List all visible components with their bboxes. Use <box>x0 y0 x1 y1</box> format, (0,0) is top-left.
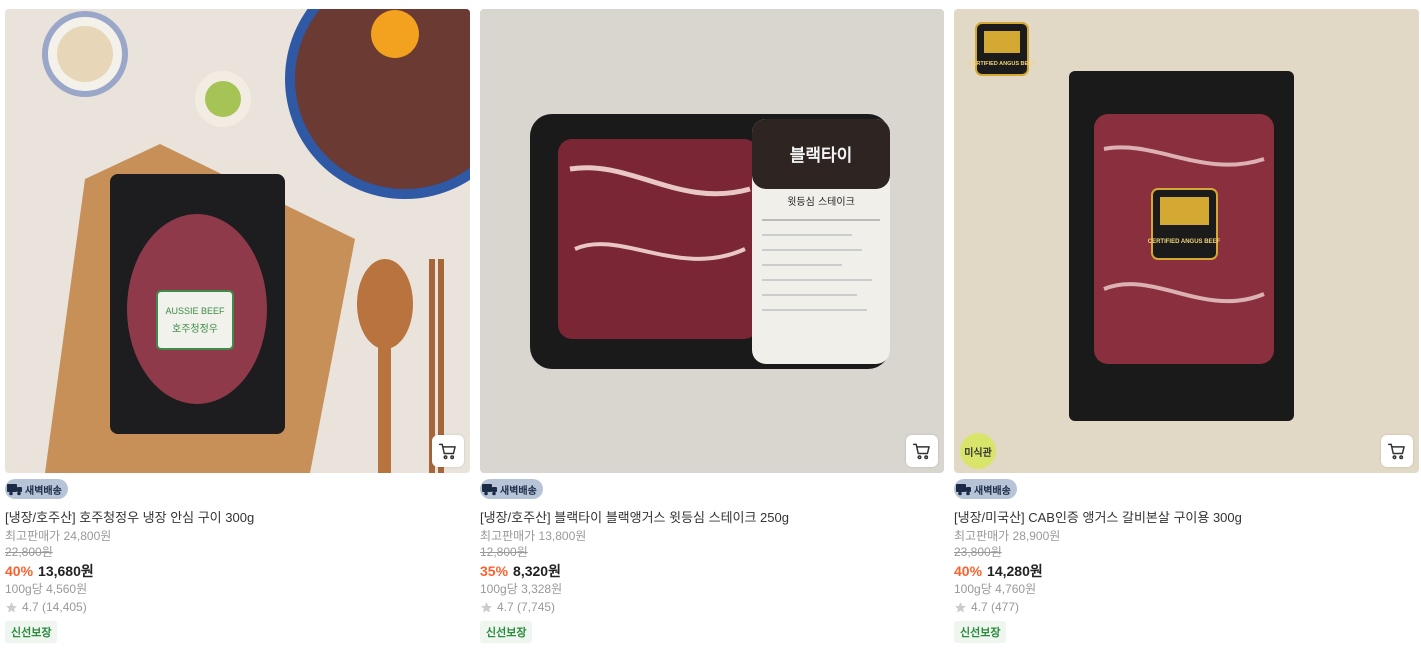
star-icon <box>481 602 492 613</box>
product-photo: 블랙타이 윗등심 스테이크 <box>480 9 944 473</box>
price-row: 35% 8,320원 <box>480 563 944 580</box>
delivery-label: 새벽배송 <box>974 485 1011 497</box>
cart-icon <box>438 443 456 460</box>
delivery-badge: 새벽배송 <box>5 479 68 499</box>
product-image[interactable]: AUSSIE BEEF 호주청정우 <box>5 9 470 473</box>
fresh-guarantee-badge: 신선보장 <box>5 621 58 643</box>
unit-price: 100g당 4,560원 <box>5 582 88 596</box>
fresh-guarantee-badge: 신선보장 <box>954 621 1007 643</box>
product-card[interactable]: 블랙타이 윗등심 스테이크 새벽배송 [냉장/호주산] 블랙타이 블랙앵거스 윗… <box>480 9 944 643</box>
fresh-guarantee-badge: 신선보장 <box>480 621 533 643</box>
product-name[interactable]: [냉장/미국산] CAB인증 앵거스 갈비본살 구이용 300g <box>954 510 1419 526</box>
sale-price: 8,320원 <box>513 563 561 579</box>
sale-price: 13,680원 <box>38 563 94 579</box>
add-to-cart-button[interactable] <box>1381 435 1413 467</box>
rating-text: 4.7 (14,405) <box>22 600 87 614</box>
truck-icon <box>482 484 497 496</box>
product-card[interactable]: CERTIFIED ANGUS BEEF CERTIFIED ANGUS BEE… <box>954 9 1419 643</box>
max-price: 최고판매가 24,800원 <box>5 529 112 543</box>
original-price: 22,800원 <box>5 545 53 559</box>
star-icon <box>955 602 966 613</box>
discount-rate: 35% <box>480 563 509 579</box>
product-grid: AUSSIE BEEF 호주청정우 새벽배송 [냉장/호주산] 호주청정우 냉장… <box>0 0 1421 651</box>
package-label: CERTIFIED ANGUS BEEF <box>1148 239 1221 245</box>
product-image[interactable]: CERTIFIED ANGUS BEEF CERTIFIED ANGUS BEE… <box>954 9 1419 473</box>
discount-rate: 40% <box>954 563 983 579</box>
product-name[interactable]: [냉장/호주산] 호주청정우 냉장 안심 구이 300g <box>5 510 470 526</box>
delivery-label: 새벽배송 <box>25 485 62 497</box>
product-name[interactable]: [냉장/호주산] 블랙타이 블랙앵거스 윗등심 스테이크 250g <box>480 510 944 526</box>
star-icon <box>6 602 17 613</box>
original-price: 12,800원 <box>480 545 528 559</box>
price-row: 40% 14,280원 <box>954 563 1419 580</box>
package-sub: 윗등심 스테이크 <box>787 196 855 208</box>
sale-price: 14,280원 <box>987 563 1043 579</box>
unit-price: 100g당 4,760원 <box>954 582 1037 596</box>
package-sub: 호주청정우 <box>172 323 218 335</box>
truck-icon <box>956 484 971 496</box>
original-price: 23,800원 <box>954 545 1002 559</box>
product-card[interactable]: AUSSIE BEEF 호주청정우 새벽배송 [냉장/호주산] 호주청정우 냉장… <box>5 9 470 643</box>
price-row: 40% 13,680원 <box>5 563 470 580</box>
add-to-cart-button[interactable] <box>432 435 464 467</box>
round-badge: 미식관 <box>960 433 996 469</box>
delivery-badge: 새벽배송 <box>480 479 543 499</box>
discount-rate: 40% <box>5 563 34 579</box>
package-label: 블랙타이 <box>790 146 853 166</box>
add-to-cart-button[interactable] <box>906 435 938 467</box>
cart-icon <box>912 443 930 460</box>
rating: 4.7 (477) <box>954 600 1419 615</box>
package-label: AUSSIE BEEF <box>165 306 225 316</box>
product-photo: AUSSIE BEEF 호주청정우 <box>5 9 470 473</box>
product-photo: CERTIFIED ANGUS BEEF CERTIFIED ANGUS BEE… <box>954 9 1419 473</box>
delivery-badge: 새벽배송 <box>954 479 1017 499</box>
truck-icon <box>7 484 22 496</box>
max-price: 최고판매가 13,800원 <box>480 529 587 543</box>
rating-text: 4.7 (477) <box>971 600 1020 614</box>
rating: 4.7 (14,405) <box>5 600 470 615</box>
max-price: 최고판매가 28,900원 <box>954 529 1061 543</box>
delivery-label: 새벽배송 <box>500 485 537 497</box>
cart-icon <box>1387 443 1405 460</box>
logo-text: CERTIFIED ANGUS BEEF <box>969 61 1036 67</box>
product-image[interactable]: 블랙타이 윗등심 스테이크 <box>480 9 944 473</box>
rating-text: 4.7 (7,745) <box>497 600 556 614</box>
unit-price: 100g당 3,328원 <box>480 582 563 596</box>
rating: 4.7 (7,745) <box>480 600 944 615</box>
